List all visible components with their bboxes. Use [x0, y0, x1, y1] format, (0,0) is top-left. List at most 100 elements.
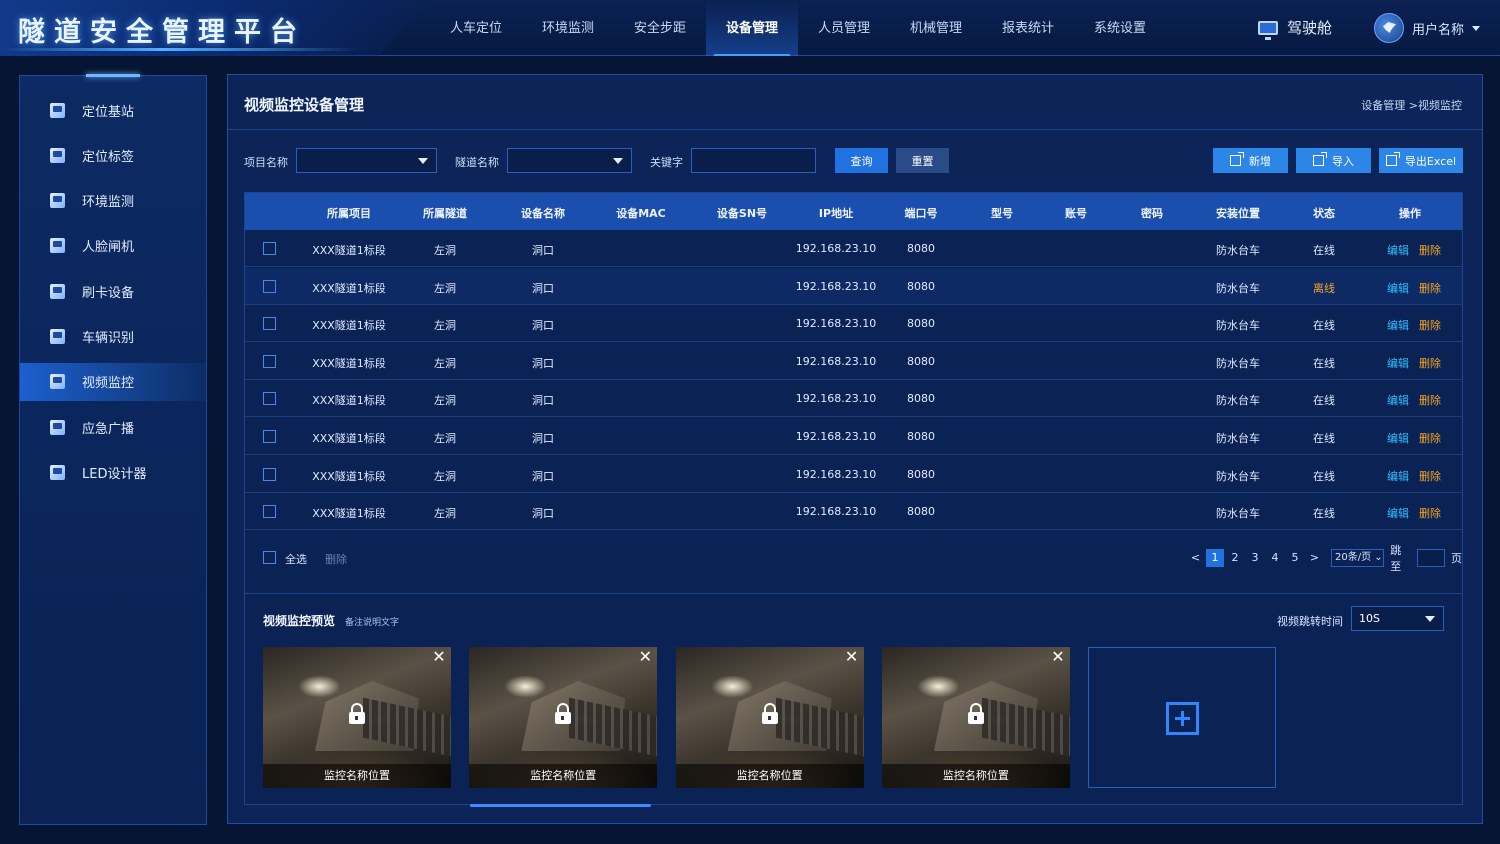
edit-link[interactable]: 编辑 [1387, 392, 1409, 408]
app-title: 隧道安全管理平台 [18, 17, 306, 48]
row-checkbox[interactable] [263, 430, 276, 443]
cell-project: XXX隧道1标段 [312, 244, 386, 257]
page-button[interactable]: 3 [1246, 549, 1264, 567]
delete-link[interactable]: 删除 [1419, 355, 1441, 371]
sidebar-item-0[interactable]: 定位基站 [20, 91, 206, 129]
sidebar-item-2[interactable]: 环境监测 [20, 182, 206, 220]
preview-note: 备注说明文字 [345, 618, 400, 628]
row-checkbox[interactable] [263, 317, 276, 331]
row-checkbox[interactable] [263, 467, 276, 481]
delete-link[interactable]: 删除 [1419, 317, 1441, 333]
page-button[interactable]: 2 [1226, 549, 1244, 567]
close-icon[interactable]: ✕ [431, 649, 447, 665]
cell-project: XXX隧道1标段 [312, 281, 386, 295]
select-all-label: 全选 [285, 553, 307, 566]
cell-project: XXX隧道1标段 [312, 469, 386, 483]
table-header: 所属项目 所属隧道 设备名称 设备MAC 设备SN号 IP地址 端口号 型号 账号 密码 安装位置状… [245, 193, 1462, 230]
nav-item-3[interactable]: 设备管理 [706, 0, 798, 56]
jump-label: 跳至 [1390, 544, 1402, 573]
sidebar-item-4[interactable]: 刷卡设备 [20, 272, 206, 310]
project-select[interactable] [296, 148, 437, 173]
page-unit-label: 页 [1451, 552, 1462, 565]
nav-item-6[interactable]: 报表统计 [982, 0, 1074, 56]
sidebar-item-3[interactable]: 人脸闸机 [20, 227, 206, 265]
next-page-button[interactable]: > [1306, 549, 1323, 567]
tunnel-select[interactable] [507, 148, 632, 173]
camera-preview-tile[interactable]: ✕ 监控名称位置 [469, 647, 658, 788]
lock-icon[interactable] [761, 703, 778, 724]
camera-preview-tile[interactable]: ✕ 监控名称位置 [675, 647, 864, 788]
edit-link[interactable]: 编辑 [1387, 355, 1409, 371]
bulk-delete-button[interactable]: 删除 [325, 551, 347, 567]
page-button[interactable]: 5 [1286, 549, 1304, 567]
close-icon[interactable]: ✕ [637, 649, 653, 665]
export-button-label: 导出Excel [1404, 154, 1457, 168]
cell-status: 在线 [1313, 394, 1335, 408]
user-menu[interactable]: 用户名称 [1374, 13, 1481, 43]
camera-caption: 监控名称位置 [675, 764, 864, 788]
close-icon[interactable]: ✕ [1050, 649, 1066, 665]
lock-icon[interactable] [555, 703, 572, 724]
table-row: XXX隧道1标段 左洞 洞口 192.168.23.10 8080 防水台车 在线 编辑 删除 [245, 343, 1462, 380]
nav-item-2[interactable]: 安全步距 [614, 0, 706, 56]
face-gate-icon [50, 238, 65, 254]
camera-preview-tile[interactable]: ✕ 监控名称位置 [263, 647, 451, 788]
nav-item-1[interactable]: 环境监测 [522, 0, 614, 56]
sidebar-item-label: 车辆识别 [82, 331, 135, 346]
camera-caption: 监控名称位置 [469, 764, 658, 788]
edit-link[interactable]: 编辑 [1387, 280, 1409, 296]
close-icon[interactable]: ✕ [844, 649, 860, 665]
table-row: XXX隧道1标段 左洞 洞口 192.168.23.10 8080 防水台车 在线 编辑 删除 [245, 305, 1462, 343]
select-all-checkbox[interactable] [263, 551, 276, 564]
add-camera-button[interactable] [1088, 647, 1276, 788]
lock-icon[interactable] [349, 703, 365, 724]
row-checkbox[interactable] [263, 505, 276, 519]
keyword-input[interactable] [691, 148, 816, 173]
row-checkbox[interactable] [263, 279, 276, 293]
chevron-down-icon [1472, 25, 1481, 31]
nav-item-0[interactable]: 人车定位 [430, 0, 522, 56]
nav-item-4[interactable]: 人员管理 [798, 0, 890, 56]
edit-link[interactable]: 编辑 [1387, 242, 1409, 258]
camera-preview-tile[interactable]: ✕ 监控名称位置 [881, 647, 1070, 788]
delete-link[interactable]: 删除 [1419, 392, 1441, 408]
sidebar-item-5[interactable]: 车辆识别 [20, 318, 206, 356]
nav-item-7[interactable]: 系统设置 [1074, 0, 1166, 56]
import-button[interactable]: 导入 [1296, 148, 1371, 173]
delete-link[interactable]: 删除 [1419, 468, 1441, 484]
jump-page-input[interactable] [1417, 549, 1445, 567]
edit-link[interactable]: 编辑 [1387, 505, 1409, 521]
row-checkbox[interactable] [263, 392, 276, 406]
add-button[interactable]: 新增 [1213, 148, 1288, 173]
page-button[interactable]: 1 [1206, 549, 1225, 567]
row-checkbox[interactable] [263, 242, 276, 255]
page-size-select[interactable]: 20条/页 ⌄ [1331, 549, 1385, 567]
edit-link[interactable]: 编辑 [1387, 430, 1409, 446]
sidebar-item-7[interactable]: 应急广播 [20, 408, 206, 446]
lock-icon[interactable] [967, 703, 984, 724]
cockpit-button[interactable]: 驾驶舱 [1258, 17, 1332, 40]
edit-link[interactable]: 编辑 [1387, 468, 1409, 484]
interval-select[interactable]: 10S [1351, 606, 1444, 631]
delete-link[interactable]: 删除 [1419, 505, 1441, 521]
cell-status: 离线 [1313, 281, 1335, 295]
sidebar-item-1[interactable]: 定位标签 [20, 136, 206, 174]
edit-link[interactable]: 编辑 [1387, 317, 1409, 333]
page-button[interactable]: 4 [1266, 549, 1284, 567]
top-header: 隧道安全管理平台 人车定位 环境监测 安全步距 设备管理 人员管理 机械管理 报表统计 系统设… [0, 0, 1500, 56]
delete-link[interactable]: 删除 [1419, 242, 1441, 258]
row-checkbox[interactable] [263, 354, 276, 368]
preview-scrollbar[interactable] [470, 804, 651, 807]
sidebar: 定位基站定位标签环境监测人脸闸机刷卡设备车辆识别视频监控应急广播 LED设计器 [19, 74, 207, 825]
chevron-down-icon [1425, 616, 1435, 622]
delete-link[interactable]: 删除 [1419, 280, 1441, 296]
delete-link[interactable]: 删除 [1419, 430, 1441, 446]
nav-item-5[interactable]: 机械管理 [890, 0, 982, 56]
sidebar-item-6[interactable]: 视频监控 [20, 362, 206, 401]
query-button[interactable]: 查询 [835, 148, 888, 173]
cell-name: 洞口 [532, 319, 554, 333]
prev-page-button[interactable]: < [1187, 549, 1204, 567]
reset-button[interactable]: 重置 [896, 148, 949, 173]
sidebar-item-8[interactable]: LED设计器 [20, 453, 206, 491]
export-excel-button[interactable]: 导出Excel [1379, 148, 1463, 173]
